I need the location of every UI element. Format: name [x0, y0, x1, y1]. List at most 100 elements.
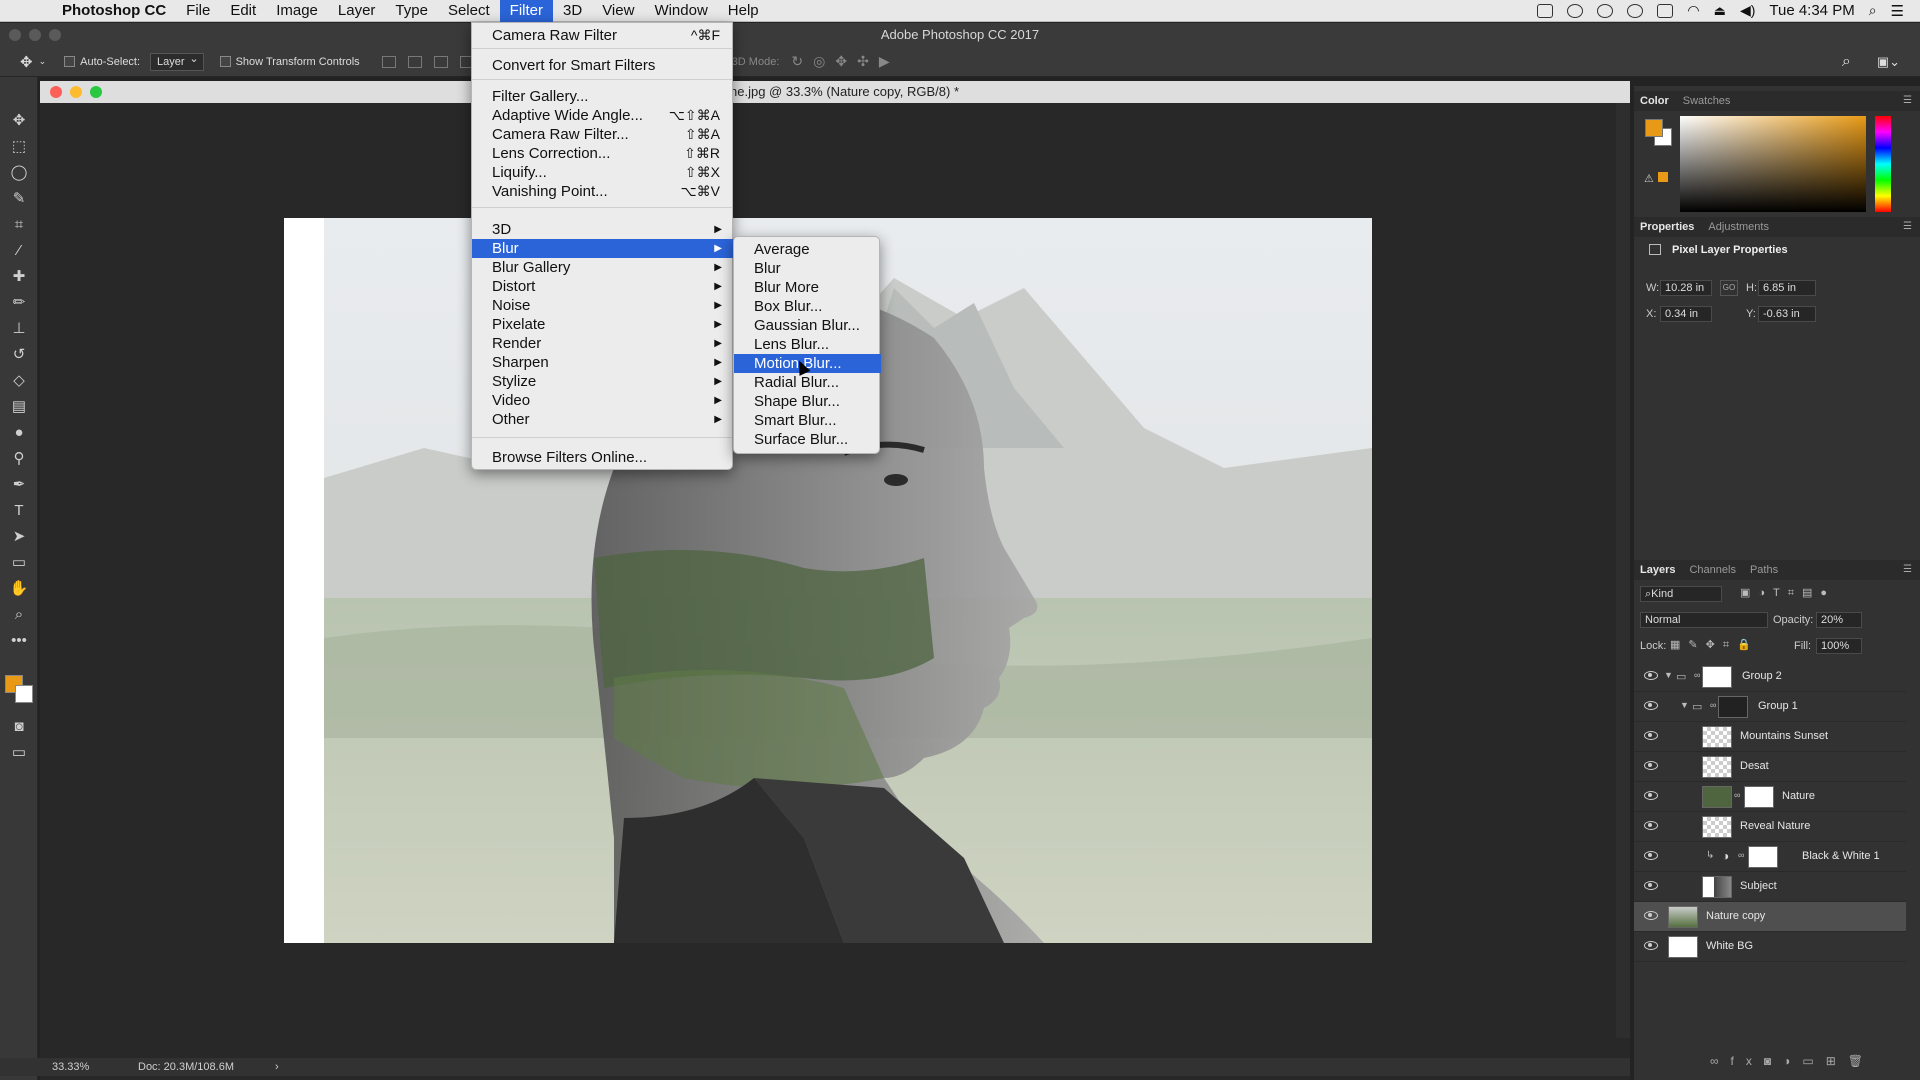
zoom-tool-icon[interactable]: ⌕ [9, 605, 29, 625]
menu-item-camera-raw-filter-last[interactable]: Camera Raw Filter ^⌘F [472, 26, 734, 45]
menu-item-surface-blur[interactable]: Surface Blur... [734, 430, 881, 449]
layer-name[interactable]: Black & White 1 [1802, 850, 1880, 862]
layer-filter-icons[interactable]: ▣◑T⌗▤● [1740, 586, 1835, 600]
auto-select-dropdown[interactable]: Layer [150, 52, 204, 71]
layers-footer-icons[interactable]: ∞fx◙◑▭⊞🗑 [1710, 1054, 1875, 1068]
width-field[interactable]: 10.28 in [1660, 280, 1712, 296]
align-vcenter-icon[interactable] [407, 55, 422, 68]
workspace-switcher-icon[interactable]: ▣⌄ [1877, 54, 1900, 70]
menu-item-video[interactable]: Video ▶ [472, 391, 734, 410]
layer-name[interactable]: Group 1 [1758, 700, 1798, 712]
fill-field[interactable]: 100% [1816, 638, 1862, 654]
app-status-icon[interactable] [1567, 3, 1584, 18]
menu-layer[interactable]: Layer [328, 0, 386, 22]
layer-name[interactable]: Group 2 [1742, 670, 1782, 682]
menu-item-smart-blur[interactable]: Smart Blur... [734, 411, 881, 430]
gradient-tool-icon[interactable]: ▤ [9, 397, 29, 417]
visibility-eye-icon[interactable] [1644, 881, 1658, 890]
brush-tool-icon[interactable]: ✏ [9, 293, 29, 313]
search-icon[interactable]: ⌕ [1842, 53, 1851, 71]
more-tools-icon[interactable]: ••• [9, 631, 29, 651]
sync-icon[interactable] [1627, 3, 1644, 18]
path-select-tool-icon[interactable]: ➤ [9, 527, 29, 547]
screen-record-icon[interactable] [1537, 3, 1554, 18]
blur-tool-icon[interactable]: ● [9, 423, 29, 443]
menu-item-gaussian-blur[interactable]: Gaussian Blur... [734, 316, 881, 335]
spotlight-search-icon[interactable]: ⌕ [1869, 2, 1877, 19]
doc-zoom-button[interactable] [90, 86, 102, 98]
menu-type[interactable]: Type [385, 0, 438, 22]
creative-cloud-icon[interactable] [1597, 3, 1614, 18]
eraser-tool-icon[interactable]: ◇ [9, 371, 29, 391]
quick-mask-icon[interactable]: ◙ [9, 717, 29, 737]
layer-row-mountains-sunset[interactable]: Mountains Sunset [1634, 722, 1906, 752]
panel-menu-icon[interactable]: ☰ [1903, 221, 1912, 232]
menu-app-name[interactable]: Photoshop CC [52, 0, 176, 22]
expand-chevron-icon[interactable]: ▼ [1680, 700, 1689, 710]
menu-item-box-blur[interactable]: Box Blur... [734, 297, 881, 316]
blend-mode-dropdown[interactable]: Normal [1640, 612, 1768, 628]
panel-menu-icon[interactable]: ☰ [1903, 564, 1912, 575]
tab-channels[interactable]: Channels [1689, 564, 1735, 576]
align-bottom-icon[interactable] [433, 55, 448, 68]
link-dimensions-icon[interactable]: GO [1720, 280, 1738, 296]
visibility-eye-icon[interactable] [1644, 791, 1658, 800]
layer-thumbnail[interactable] [1702, 756, 1732, 778]
menu-item-adaptive-wide-angle[interactable]: Adaptive Wide Angle... ⌥⇧⌘A [472, 106, 734, 125]
layer-mask-thumbnail[interactable] [1718, 696, 1748, 718]
layer-thumbnail[interactable] [1668, 906, 1698, 928]
menu-item-stylize[interactable]: Stylize ▶ [472, 372, 734, 391]
menu-file[interactable]: File [176, 0, 220, 22]
layer-thumbnail[interactable] [1702, 876, 1732, 898]
expand-chevron-icon[interactable]: ▼ [1664, 670, 1673, 680]
quick-select-tool-icon[interactable]: ✎ [9, 189, 29, 209]
app-zoom-button[interactable] [49, 29, 61, 41]
3d-orbit-icon[interactable]: ↻ [791, 53, 803, 70]
y-field[interactable]: -0.63 in [1758, 306, 1816, 322]
eyedropper-tool-icon[interactable]: ⁄ [9, 241, 29, 261]
tab-paths[interactable]: Paths [1750, 564, 1778, 576]
healing-brush-tool-icon[interactable]: ✚ [9, 267, 29, 287]
layer-name[interactable]: Desat [1740, 760, 1769, 772]
eject-icon[interactable]: ⏏ [1714, 3, 1726, 19]
tab-adjustments[interactable]: Adjustments [1708, 221, 1769, 233]
color-picker-field[interactable] [1680, 116, 1866, 212]
type-tool-icon[interactable]: T [9, 501, 29, 521]
layer-name[interactable]: White BG [1706, 940, 1753, 952]
visibility-eye-icon[interactable] [1644, 821, 1658, 830]
3d-roll-icon[interactable]: ◎ [813, 53, 825, 70]
tool-preset-chevron-icon[interactable]: ⌄ [39, 56, 47, 67]
visibility-eye-icon[interactable] [1644, 671, 1658, 680]
height-field[interactable]: 6.85 in [1758, 280, 1816, 296]
layer-row-desat[interactable]: Desat [1634, 752, 1906, 782]
layer-row-white-bg[interactable]: White BG [1634, 932, 1906, 962]
tab-color[interactable]: Color [1640, 95, 1669, 107]
menu-item-blur-simple[interactable]: Blur [734, 259, 881, 278]
menu-item-filter-gallery[interactable]: Filter Gallery... [472, 87, 734, 106]
opacity-field[interactable]: 20% [1816, 612, 1862, 628]
visibility-eye-icon[interactable] [1644, 911, 1658, 920]
visibility-eye-icon[interactable] [1644, 731, 1658, 740]
layer-thumbnail[interactable] [1702, 786, 1732, 808]
dodge-tool-icon[interactable]: ⚲ [9, 449, 29, 469]
menu-item-sharpen[interactable]: Sharpen ▶ [472, 353, 734, 372]
menu-item-camera-raw-filter[interactable]: Camera Raw Filter... ⇧⌘A [472, 125, 734, 144]
menu-item-other[interactable]: Other ▶ [472, 410, 734, 429]
3d-pan-icon[interactable]: ✥ [835, 53, 847, 70]
layer-name[interactable]: Nature [1782, 790, 1815, 802]
rectangle-tool-icon[interactable]: ▭ [9, 553, 29, 573]
menu-item-browse-filters-online[interactable]: Browse Filters Online... [472, 448, 734, 467]
menu-help[interactable]: Help [718, 0, 769, 22]
hand-tool-icon[interactable]: ✋ [9, 579, 29, 599]
layer-name[interactable]: Reveal Nature [1740, 820, 1810, 832]
align-top-icon[interactable] [381, 55, 396, 68]
hue-slider[interactable] [1875, 116, 1891, 212]
gamut-warning-icon[interactable]: ⚠ [1644, 172, 1654, 185]
layer-row-black-white-1[interactable]: ↳ ◑ ∞ Black & White 1 [1634, 842, 1906, 872]
menu-view[interactable]: View [592, 0, 644, 22]
3d-slide-icon[interactable]: ✣ [857, 53, 869, 70]
menu-3d[interactable]: 3D [553, 0, 592, 22]
tab-layers[interactable]: Layers [1640, 564, 1675, 576]
visibility-eye-icon[interactable] [1644, 941, 1658, 950]
screen-mode-icon[interactable]: ▭ [9, 743, 29, 763]
